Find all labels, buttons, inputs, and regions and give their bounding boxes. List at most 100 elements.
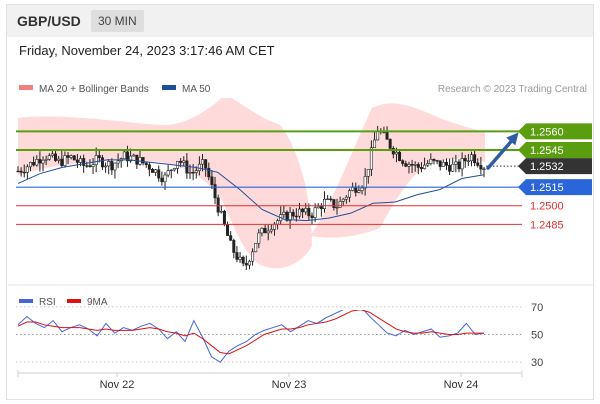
candle-body (241, 256, 245, 264)
candle-body (297, 208, 301, 217)
candle-body (222, 210, 226, 225)
candle-body (210, 176, 214, 185)
candle-body (244, 262, 248, 266)
candle-body (476, 162, 480, 166)
candle-body (432, 158, 436, 161)
candle-body (429, 158, 433, 164)
candle-body (376, 131, 380, 141)
candle-body (444, 161, 448, 166)
candle-body (313, 207, 317, 218)
candle-body (263, 227, 267, 234)
candle-body (329, 198, 333, 201)
candle-body (454, 161, 458, 165)
candle-body (276, 220, 280, 225)
candle-body (66, 155, 70, 158)
candle-body (69, 155, 73, 158)
level-label: 1.2560 (530, 126, 564, 138)
candle-body (75, 159, 79, 163)
candle-body (104, 165, 108, 168)
candle-body (310, 215, 314, 218)
candle-body (191, 172, 195, 174)
candle-body (257, 232, 261, 244)
candle-body (38, 159, 42, 164)
legend-swatch-ma50 (162, 85, 176, 90)
candle-body (394, 151, 398, 155)
candle-body (247, 260, 251, 266)
candle-body (150, 169, 154, 173)
candle-body (79, 158, 83, 163)
candle-body (110, 160, 114, 171)
candle-body (100, 157, 104, 168)
candle-body (473, 154, 477, 164)
candle-body (91, 164, 95, 167)
candle-body (157, 169, 161, 179)
candle-body (147, 164, 151, 170)
candle-body (338, 201, 342, 208)
candle-body (47, 155, 51, 160)
candle-body (266, 230, 270, 234)
candle-body (132, 154, 136, 157)
candle-body (88, 165, 92, 167)
candle-body (332, 199, 336, 208)
time-tick-label: Nov 24 (444, 379, 479, 391)
candle-body (154, 169, 158, 173)
candle-body (219, 210, 223, 213)
candle-body (163, 174, 167, 183)
candle-body (57, 158, 61, 161)
candle-body (335, 206, 339, 209)
rsi-tick-label: 30 (531, 357, 543, 369)
candle-body (423, 164, 427, 169)
candle-body (169, 169, 173, 172)
candle-body (426, 163, 430, 166)
candle-body (166, 170, 170, 176)
level-label: 1.2545 (530, 145, 564, 157)
candle-body (25, 166, 29, 173)
candle-body (357, 190, 361, 193)
candle-body (97, 155, 101, 158)
candle-body (388, 139, 392, 149)
rsi-tick-label: 70 (531, 302, 543, 314)
candle-body (254, 243, 258, 253)
candle-body (341, 198, 345, 202)
candle-body (229, 235, 233, 241)
candle-body (272, 223, 276, 230)
candle-body (407, 164, 411, 167)
legend-swatch-bollinger (19, 85, 33, 90)
candle-body (401, 160, 405, 164)
candle-body (457, 161, 461, 170)
candle-body (291, 211, 295, 217)
candle-body (204, 159, 208, 169)
time-tick-label: Nov 23 (272, 379, 307, 391)
candle-body (135, 154, 139, 165)
time-tick-label: Nov 22 (100, 379, 135, 391)
candle-body (482, 168, 486, 171)
candle-body (294, 215, 298, 218)
candle-body (419, 167, 423, 169)
candle-body (188, 172, 192, 174)
candle-body (304, 208, 308, 213)
candle-body (398, 151, 402, 161)
candle-body (451, 163, 455, 172)
candle-body (72, 155, 76, 161)
candle-body (116, 160, 120, 164)
candle-body (479, 165, 483, 170)
copyright: Research © 2023 Trading Central (438, 84, 587, 95)
candle-body (232, 240, 236, 253)
candle-body (238, 256, 242, 260)
candle-body (307, 208, 311, 217)
candle-body (44, 158, 48, 161)
candle-body (441, 161, 445, 167)
candle-body (466, 160, 470, 162)
legend-ma50: MA 50 (182, 84, 211, 95)
candle-body (207, 167, 211, 178)
candle-body (282, 211, 286, 215)
candle-body (469, 154, 473, 162)
candle-body (226, 224, 230, 236)
candle-body (360, 187, 364, 191)
candle-body (182, 160, 186, 163)
candle-body (41, 159, 45, 164)
level-label: 1.2500 (530, 201, 564, 213)
candle-body (85, 165, 89, 167)
candle-body (16, 170, 20, 173)
candle-body (366, 169, 370, 177)
